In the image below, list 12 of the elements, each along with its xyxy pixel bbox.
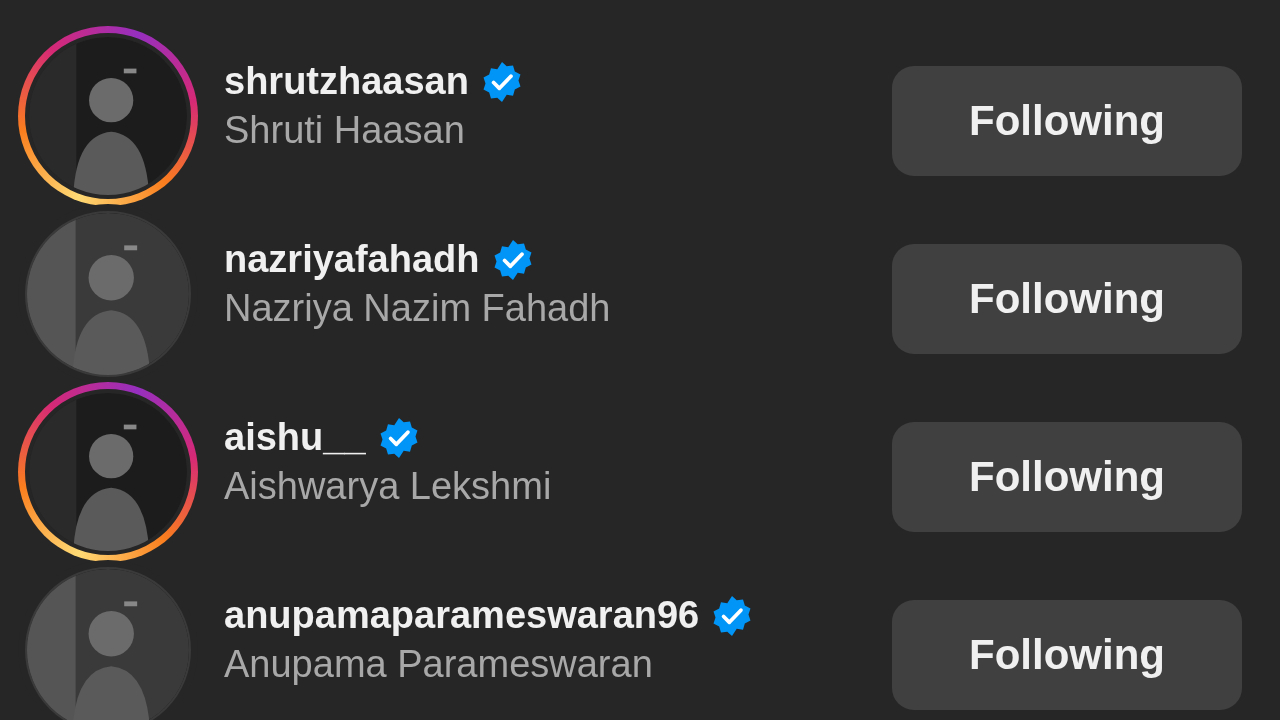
following-button[interactable]: Following [892, 244, 1242, 354]
full-name: Nazriya Nazim Fahadh [224, 287, 612, 330]
username[interactable]: nazriyafahadh [224, 238, 480, 281]
full-name: Shruti Haasan [224, 109, 466, 152]
username[interactable]: aishu__ [224, 416, 366, 459]
full-name: Aishwarya Lekshmi [224, 465, 553, 508]
username[interactable]: shrutzhaasan [224, 60, 469, 103]
full-name: Anupama Parameswaran [224, 643, 654, 686]
username[interactable]: anupamaparameswaran96 [224, 594, 700, 637]
following-button[interactable]: Following [892, 422, 1242, 532]
following-button[interactable]: Following [892, 66, 1242, 176]
following-button[interactable]: Following [892, 600, 1242, 710]
